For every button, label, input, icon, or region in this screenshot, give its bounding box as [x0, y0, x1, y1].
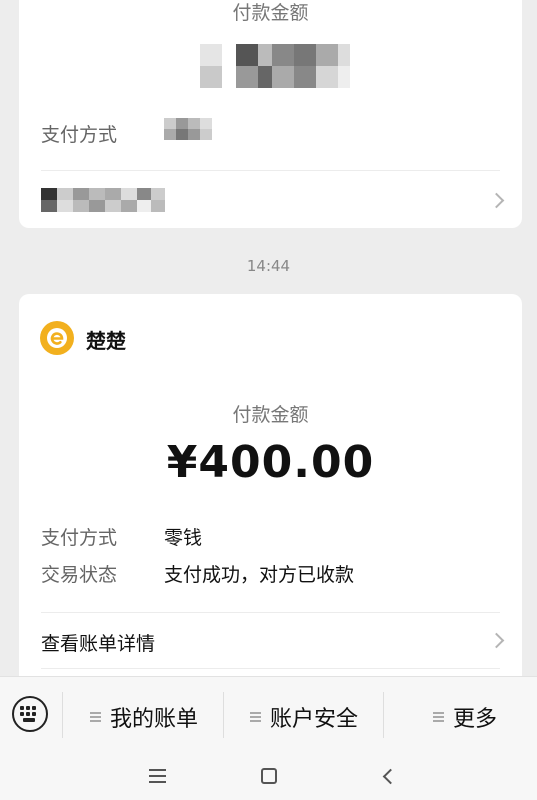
divider	[41, 170, 500, 171]
divider	[41, 612, 500, 613]
keyboard-icon[interactable]	[12, 696, 48, 732]
payment-method-value: 零钱	[164, 527, 203, 549]
payment-amount: ¥400.00	[166, 437, 375, 488]
menu-more[interactable]: 更多	[433, 701, 497, 733]
menu-lines-icon	[250, 711, 261, 723]
menu-account-security[interactable]: 账户安全	[250, 701, 358, 733]
back-icon[interactable]	[382, 768, 399, 785]
chevron-right-icon[interactable]	[488, 632, 505, 649]
amount-label: 付款金额	[232, 2, 309, 24]
chevron-right-icon[interactable]	[488, 192, 505, 209]
menu-item-label: 我的账单	[110, 707, 199, 732]
payment-method-label: 支付方式	[41, 124, 118, 146]
separator	[62, 692, 63, 738]
divider	[41, 668, 500, 669]
separator	[223, 692, 224, 738]
merchant-logo-icon	[40, 321, 74, 355]
previous-payment-card: 付款金额 支付方式	[19, 0, 522, 228]
system-navigation-bar	[0, 752, 537, 800]
menu-lines-icon	[90, 711, 101, 723]
message-timestamp: 14:44	[246, 257, 291, 275]
home-icon[interactable]	[261, 768, 277, 784]
amount-label: 付款金额	[232, 404, 309, 426]
menu-lines-icon	[433, 711, 444, 723]
payment-method-label: 支付方式	[41, 527, 118, 549]
transaction-status-value: 支付成功，对方已收款	[164, 564, 355, 586]
menu-item-label: 账户安全	[270, 707, 359, 732]
menu-item-label: 更多	[453, 707, 498, 732]
transaction-status-label: 交易状态	[41, 564, 118, 586]
payment-card[interactable]: 楚楚 付款金额 ¥400.00 支付方式 零钱 交易状态 支付成功，对方已收款 …	[19, 294, 522, 714]
pixelated-payment-method	[164, 118, 214, 140]
view-bill-details-link[interactable]: 查看账单详情	[41, 629, 155, 656]
merchant-name: 楚楚	[86, 329, 126, 353]
recent-apps-icon[interactable]	[149, 769, 166, 783]
bottom-menu-bar: 我的账单 账户安全 更多	[0, 676, 537, 752]
pixelated-details-link[interactable]	[41, 188, 165, 212]
pixelated-amount	[200, 44, 350, 88]
menu-my-bills[interactable]: 我的账单	[90, 701, 198, 733]
separator	[383, 692, 384, 738]
